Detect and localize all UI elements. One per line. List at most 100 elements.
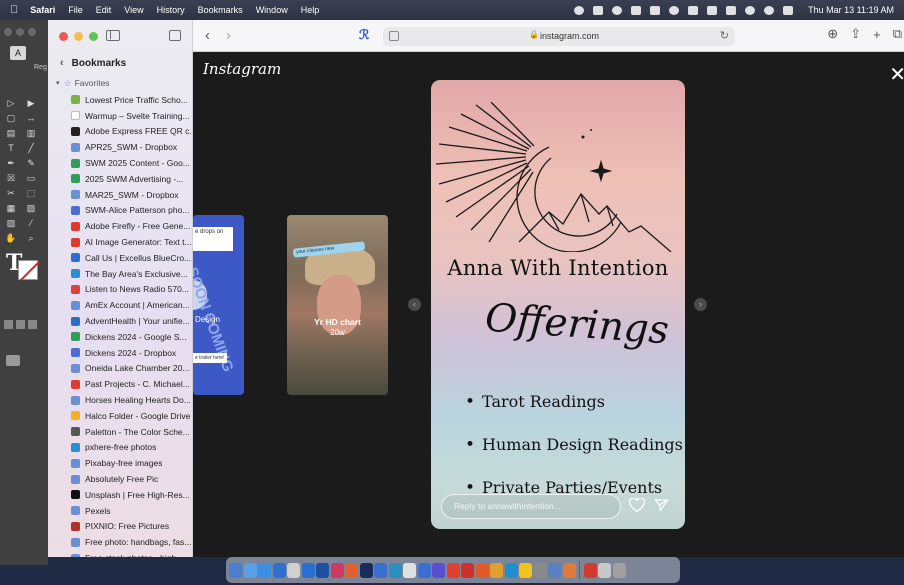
status-check-icon[interactable] (574, 5, 585, 15)
dock-app-icon[interactable] (475, 562, 489, 578)
new-tab-icon[interactable]: + (873, 27, 881, 42)
instagram-logo[interactable]: Instagram (203, 60, 281, 78)
dock-app-icon[interactable] (432, 562, 445, 578)
dock-app-icon[interactable] (490, 562, 503, 578)
bookmark-item[interactable]: Past Projects - C. Michael... (48, 376, 192, 392)
dock-app-icon[interactable] (374, 562, 387, 578)
send-message-icon[interactable] (654, 498, 669, 512)
wifi-icon[interactable] (745, 5, 756, 15)
dock-app-icon[interactable] (287, 562, 300, 578)
bookmark-item[interactable]: APR25_SWM - Dropbox (48, 139, 192, 155)
stroke-none-swatch-icon[interactable] (18, 260, 38, 280)
page-menu-icon[interactable] (389, 31, 399, 41)
bookmark-item[interactable]: Warmup – Svelte Training... (48, 108, 192, 124)
favorites-folder[interactable]: ▾ ☆ Favorites (48, 74, 192, 92)
bookmark-item[interactable]: PIXNIO: Free Pictures (48, 519, 192, 535)
dock-app-icon[interactable] (446, 562, 460, 578)
gap-tool-icon[interactable]: ↔ (24, 111, 38, 125)
menu-app-safari[interactable]: Safari (30, 5, 55, 15)
story-preview-previous-1[interactable]: your classes new Yr HD chart 20w (287, 215, 388, 395)
like-heart-icon[interactable] (629, 498, 645, 513)
bookmark-item[interactable]: Adobe Express FREE QR c... (48, 124, 192, 140)
bg-close-icon[interactable] (4, 28, 12, 36)
dock-app-icon[interactable] (612, 562, 626, 578)
tabs-icon[interactable]: ⧉ (893, 26, 902, 42)
pen-tool-icon[interactable]: ✒ (4, 156, 18, 170)
screen-mode-icon[interactable] (6, 355, 20, 366)
dock-app-icon[interactable] (345, 562, 358, 578)
bluetooth-icon[interactable] (707, 5, 718, 15)
control-center-icon[interactable] (783, 5, 794, 15)
menu-history[interactable]: History (157, 5, 185, 15)
bookmark-item[interactable]: AI Image Generator: Text t... (48, 234, 192, 250)
bookmark-item[interactable]: Call Us | Excellus BlueCro... (48, 250, 192, 266)
dock-app-icon[interactable] (258, 562, 271, 578)
address-bar[interactable]: 🔒 instagram.com ↻ (383, 27, 735, 46)
menu-file[interactable]: File (68, 5, 83, 15)
menu-clock[interactable]: Thu Mar 13 11:19 AM (808, 5, 894, 15)
apply-color-icon[interactable] (4, 320, 13, 329)
reply-input[interactable]: Reply to annawithintention... (441, 494, 621, 519)
zoom-tool-icon[interactable]: ⌕ (24, 231, 38, 245)
next-story-button[interactable]: › (694, 298, 707, 311)
dock-app-icon[interactable] (417, 562, 431, 578)
bookmark-item[interactable]: Paletton - The Color Sche... (48, 424, 192, 440)
bookmark-item[interactable]: Dickens 2024 - Dropbox (48, 345, 192, 361)
dock-app-icon[interactable] (583, 562, 597, 578)
bookmark-item[interactable]: SWM 2025 Content - Goo... (48, 155, 192, 171)
dock-app-icon[interactable] (519, 562, 532, 578)
bookmark-item[interactable]: The Bay Area's Exclusive... (48, 266, 192, 282)
bookmark-item[interactable]: pxhere-free photos (48, 440, 192, 456)
bookmark-item[interactable]: Dickens 2024 - Google S... (48, 329, 192, 345)
dock-app-icon[interactable] (272, 562, 286, 578)
tab-overview-icon[interactable] (169, 30, 181, 41)
spotlight-search-icon[interactable] (764, 5, 775, 15)
bookmark-item[interactable]: Listen to News Radio 570... (48, 282, 192, 298)
menu-help[interactable]: Help (301, 5, 320, 15)
status-airdrop-icon[interactable] (669, 5, 680, 15)
type-tool-icon[interactable]: T (4, 141, 18, 155)
apply-none-icon[interactable] (28, 320, 37, 329)
active-story[interactable]: Anna With Intention Offerings Tarot Read… (431, 80, 685, 529)
bookmark-item[interactable]: MAR25_SWM - Dropbox (48, 187, 192, 203)
extension-icon[interactable]: ℛ (359, 28, 369, 43)
close-icon[interactable]: ✕ (889, 62, 904, 87)
note-tool-icon[interactable]: ▨ (4, 216, 18, 230)
free-transform-tool-icon[interactable]: ⬚ (24, 186, 38, 200)
dock-app-icon[interactable] (533, 562, 547, 578)
bookmark-item[interactable]: Pexels (48, 503, 192, 519)
dock-app-icon[interactable] (243, 562, 257, 578)
previous-story-button[interactable]: ‹ (408, 298, 421, 311)
bg-minimize-icon[interactable] (16, 28, 24, 36)
selection-tool-icon[interactable]: ▷ (4, 96, 18, 110)
downloads-icon[interactable]: ⊕ (827, 26, 838, 42)
url-text[interactable]: instagram.com (540, 31, 599, 41)
bookmark-item[interactable]: Adobe Firefly - Free Gene... (48, 218, 192, 234)
bookmark-item[interactable]: SWM-Alice Patterson pho... (48, 203, 192, 219)
dock-app-icon[interactable] (229, 562, 242, 578)
menu-edit[interactable]: Edit (96, 5, 112, 15)
reload-icon[interactable]: ↻ (720, 29, 729, 42)
bookmark-item[interactable]: Unsplash | Free High-Res... (48, 487, 192, 503)
status-wifi-box-icon[interactable] (650, 5, 661, 15)
gradient-feather-tool-icon[interactable]: ▧ (24, 201, 38, 215)
scissors-tool-icon[interactable]: ✂ (4, 186, 18, 200)
direct-selection-tool-icon[interactable]: ▶ (24, 96, 38, 110)
dock-app-icon[interactable] (598, 562, 611, 578)
status-app-icon[interactable] (593, 5, 604, 15)
bookmark-item[interactable]: Oneida Lake Chamber 20... (48, 361, 192, 377)
dock-app-icon[interactable] (388, 562, 402, 578)
dock-app-icon[interactable] (504, 562, 518, 578)
rectangle-tool-icon[interactable]: ▭ (24, 171, 38, 185)
dock-app-icon[interactable] (548, 562, 561, 578)
dock-app-icon[interactable] (461, 562, 474, 578)
apple-menu-icon[interactable]:  (10, 4, 18, 16)
content-collector-icon[interactable]: ▤ (4, 126, 18, 140)
pencil-tool-icon[interactable]: ✎ (24, 156, 38, 170)
dock-app-icon[interactable] (316, 562, 329, 578)
bookmark-item[interactable]: Horses Healing Hearts Do... (48, 392, 192, 408)
line-tool-icon[interactable]: ╱ (24, 141, 38, 155)
bookmark-item[interactable]: 2025 SWM Advertising -... (48, 171, 192, 187)
bookmark-item[interactable]: AdventHealth | Your unifie... (48, 313, 192, 329)
sidebar-toggle-icon[interactable] (106, 30, 120, 41)
